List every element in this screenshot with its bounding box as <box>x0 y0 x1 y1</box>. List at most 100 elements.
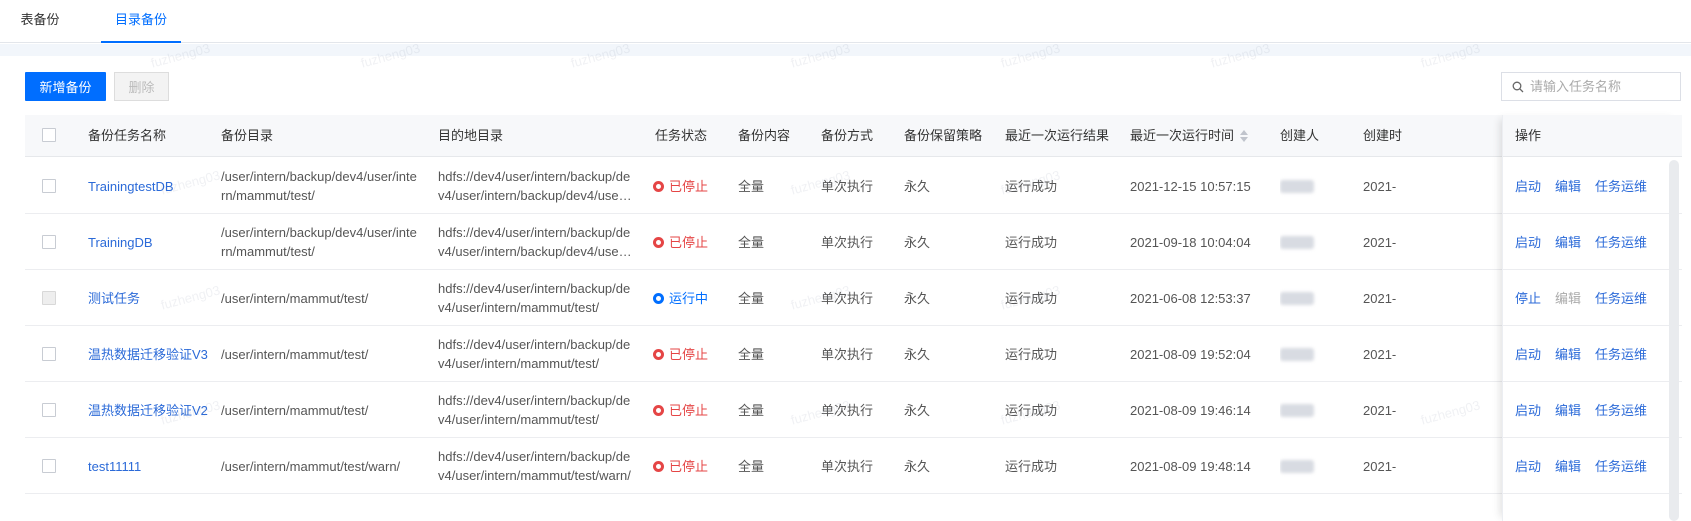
dest-dir-text: hdfs://dev4/user/intern/backup/dev4/user… <box>438 169 631 203</box>
table-row[interactable]: 测试任务/user/intern/mammut/test/hdfs://dev4… <box>25 270 1681 326</box>
operations-row: 启动 编辑 任务运维 <box>1503 438 1682 494</box>
checkbox[interactable] <box>42 128 56 142</box>
header-separator <box>0 44 1691 56</box>
task-name-cell[interactable]: 温热数据迁移验证V3 <box>88 326 208 382</box>
edit-button[interactable]: 编辑 <box>1555 288 1581 307</box>
status-dot-icon <box>653 236 664 248</box>
row-checkbox-cell[interactable] <box>42 214 56 270</box>
dest-dir-cell: hdfs://dev4/user/intern/backup/dev4/user… <box>438 438 634 494</box>
content-cell: 全量 <box>738 158 818 214</box>
content-text: 全量 <box>738 234 765 250</box>
last-result-text: 运行成功 <box>1005 290 1058 306</box>
checkbox[interactable] <box>42 179 56 193</box>
column-header-dest-dir: 目的地目录 <box>438 128 504 143</box>
task-name-cell[interactable]: TrainingDB <box>88 214 208 270</box>
task-name-cell[interactable]: TrainingtestDB <box>88 158 208 214</box>
last-result-cell: 运行成功 <box>1005 158 1105 214</box>
row-checkbox-cell[interactable] <box>42 158 56 214</box>
row-checkbox-cell[interactable] <box>42 326 56 382</box>
retention-cell: 永久 <box>904 158 984 214</box>
checkbox[interactable] <box>42 347 56 361</box>
table-row[interactable]: TrainingDB/user/intern/backup/dev4/user/… <box>25 214 1681 270</box>
task-ops-button[interactable]: 任务运维 <box>1595 232 1647 251</box>
status-badge: 已停止 <box>653 345 708 364</box>
creator-cell <box>1280 158 1340 214</box>
task-ops-button[interactable]: 任务运维 <box>1595 344 1647 363</box>
dest-dir-cell: hdfs://dev4/user/intern/backup/dev4/user… <box>438 382 634 438</box>
operations-row: 启动 编辑 任务运维 <box>1503 158 1682 214</box>
task-ops-button[interactable]: 任务运维 <box>1595 176 1647 195</box>
task-name-link[interactable]: TrainingtestDB <box>88 177 174 196</box>
created-time-text: 2021- <box>1363 402 1397 418</box>
table-row[interactable]: test11111/user/intern/mammut/test/warn/h… <box>25 438 1681 494</box>
table-row[interactable]: 温热数据迁移验证V3/user/intern/mammut/test/hdfs:… <box>25 326 1681 382</box>
tab-directory-backup-label: 目录备份 <box>114 12 167 27</box>
task-ops-button[interactable]: 任务运维 <box>1595 456 1647 475</box>
retention-cell: 永久 <box>904 326 984 382</box>
task-name-cell[interactable]: test11111 <box>88 438 208 494</box>
vertical-scrollbar[interactable] <box>1669 160 1679 521</box>
last-result-text: 运行成功 <box>1005 402 1058 418</box>
task-name-cell[interactable]: 测试任务 <box>88 270 208 326</box>
table-row[interactable]: 温热数据迁移验证V2/user/intern/mammut/test/hdfs:… <box>25 382 1681 438</box>
task-name-link[interactable]: 测试任务 <box>88 289 140 308</box>
add-backup-button[interactable]: 新增备份 <box>25 72 106 101</box>
sort-icon[interactable] <box>1240 129 1249 142</box>
source-dir-cell: /user/intern/mammut/test/ <box>221 326 419 382</box>
dest-dir-cell: hdfs://dev4/user/intern/backup/dev4/user… <box>438 214 634 270</box>
last-time-cell: 2021-08-09 19:46:14 <box>1130 382 1270 438</box>
edit-button[interactable]: 编辑 <box>1555 176 1581 195</box>
row-checkbox-cell[interactable] <box>42 438 56 494</box>
start-button[interactable]: 启动 <box>1515 232 1541 251</box>
last-result-text: 运行成功 <box>1005 458 1058 474</box>
creator-cell <box>1280 214 1340 270</box>
tab-table-backup[interactable]: 表备份 <box>20 0 60 43</box>
checkbox[interactable] <box>42 403 56 417</box>
start-button[interactable]: 启动 <box>1515 456 1541 475</box>
creator-cell <box>1280 382 1340 438</box>
task-name-link[interactable]: 温热数据迁移验证V2 <box>88 401 208 420</box>
task-name-link[interactable]: TrainingDB <box>88 233 153 252</box>
row-checkbox-cell[interactable] <box>42 270 56 326</box>
created-time-cell: 2021- <box>1363 158 1423 214</box>
creator-cell <box>1280 270 1340 326</box>
tab-bar: 表备份 目录备份 <box>0 0 1691 43</box>
edit-button[interactable]: 编辑 <box>1555 344 1581 363</box>
last-result-cell: 运行成功 <box>1005 438 1105 494</box>
search-input[interactable] <box>1530 73 1678 100</box>
task-name-cell[interactable]: 温热数据迁移验证V2 <box>88 382 208 438</box>
last-result-text: 运行成功 <box>1005 178 1058 194</box>
retention-text: 永久 <box>904 290 931 306</box>
operations-row: 启动 编辑 任务运维 <box>1503 326 1682 382</box>
avatar <box>1280 179 1314 193</box>
checkbox[interactable] <box>42 291 56 305</box>
edit-button[interactable]: 编辑 <box>1555 400 1581 419</box>
column-header-content: 备份内容 <box>738 128 791 143</box>
edit-button[interactable]: 编辑 <box>1555 232 1581 251</box>
checkbox[interactable] <box>42 235 56 249</box>
task-ops-button[interactable]: 任务运维 <box>1595 400 1647 419</box>
task-name-link[interactable]: test11111 <box>88 457 141 476</box>
column-header-last-time[interactable]: 最近一次运行时间 <box>1130 115 1270 157</box>
search-box[interactable] <box>1501 72 1681 101</box>
avatar <box>1280 235 1314 249</box>
dest-dir-text: hdfs://dev4/user/intern/backup/dev4/user… <box>438 449 631 483</box>
start-button[interactable]: 启动 <box>1515 400 1541 419</box>
row-checkbox-cell[interactable] <box>42 382 56 438</box>
edit-button[interactable]: 编辑 <box>1555 456 1581 475</box>
task-ops-button[interactable]: 任务运维 <box>1595 288 1647 307</box>
avatar <box>1280 347 1314 361</box>
start-button[interactable]: 启动 <box>1515 176 1541 195</box>
delete-button[interactable]: 删除 <box>114 72 169 101</box>
retention-cell: 永久 <box>904 382 984 438</box>
last-result-cell: 运行成功 <box>1005 326 1105 382</box>
created-time-cell: 2021- <box>1363 214 1423 270</box>
tab-directory-backup[interactable]: 目录备份 <box>101 0 181 43</box>
checkbox[interactable] <box>42 459 56 473</box>
table-row[interactable]: TrainingtestDB/user/intern/backup/dev4/u… <box>25 158 1681 214</box>
stop-button[interactable]: 停止 <box>1515 288 1541 307</box>
select-all-checkbox[interactable] <box>42 128 56 144</box>
task-name-link[interactable]: 温热数据迁移验证V3 <box>88 345 208 364</box>
source-dir-cell: /user/intern/backup/dev4/user/intern/mam… <box>221 214 419 270</box>
start-button[interactable]: 启动 <box>1515 344 1541 363</box>
